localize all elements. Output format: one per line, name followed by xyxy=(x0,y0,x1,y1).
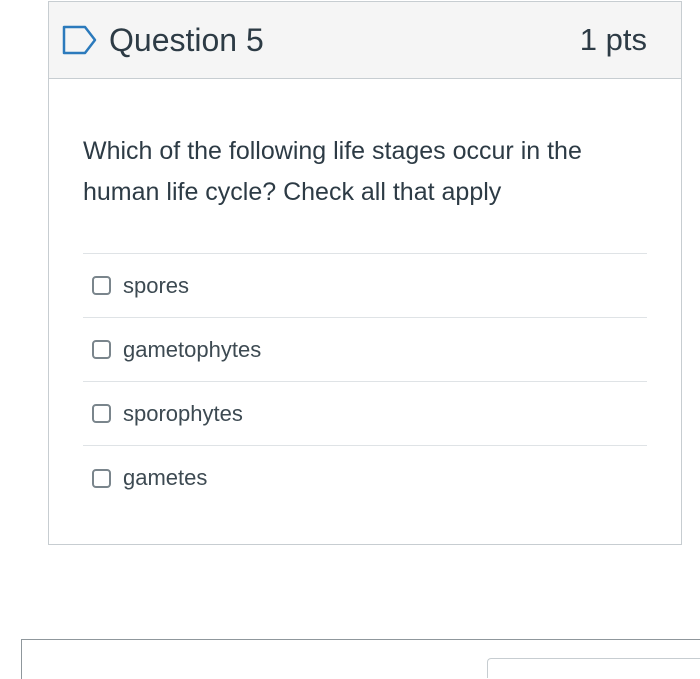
answer-label: gametes xyxy=(123,465,208,490)
question-points: 1 pts xyxy=(579,22,647,57)
question-header-left: Question 5 xyxy=(61,22,264,59)
question-title: Question 5 xyxy=(109,21,264,58)
answer-checkbox[interactable] xyxy=(92,404,111,423)
answer-label: gametophytes xyxy=(123,336,262,362)
answer-option-spores[interactable]: spores xyxy=(83,254,647,318)
flag-icon[interactable] xyxy=(61,24,99,56)
question-body: Which of the following life stages occur… xyxy=(49,79,681,510)
answer-label: sporophytes xyxy=(123,400,243,426)
answer-option-sporophytes[interactable]: sporophytes xyxy=(83,382,647,446)
question-header: Question 5 1 pts xyxy=(49,2,681,79)
answer-list: spores gametophytes sporophytes gametes xyxy=(83,253,647,510)
question-text: Which of the following life stages occur… xyxy=(83,137,582,206)
answer-checkbox[interactable] xyxy=(92,468,111,488)
answer-checkbox[interactable] xyxy=(92,276,111,295)
answer-checkbox[interactable] xyxy=(92,340,111,359)
answer-option-gametes[interactable]: gametes xyxy=(83,446,647,510)
question-card: Question 5 1 pts Which of the following … xyxy=(48,1,682,545)
answer-option-gametophytes[interactable]: gametophytes xyxy=(83,318,647,382)
next-button-edge xyxy=(487,658,700,678)
answer-label: spores xyxy=(123,272,190,298)
